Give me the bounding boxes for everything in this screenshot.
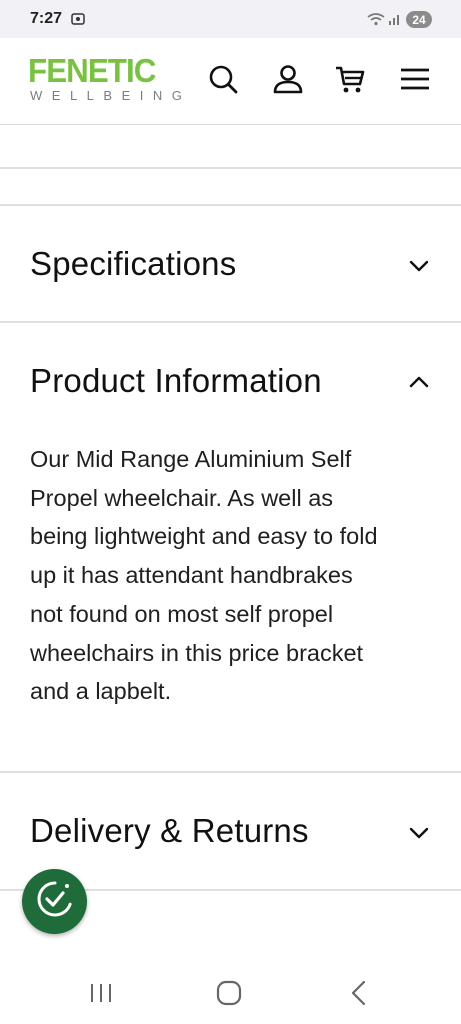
system-nav-bar <box>0 960 461 1024</box>
brand-tagline: WELLBEING <box>30 88 192 103</box>
chevron-up-icon[interactable] <box>405 368 433 396</box>
search-icon[interactable] <box>206 62 240 96</box>
accordion-title-delivery-returns: Delivery & Returns <box>30 812 309 849</box>
battery-indicator: 24 <box>406 11 432 28</box>
section-divider <box>0 204 461 206</box>
chevron-down-icon[interactable] <box>405 819 433 847</box>
accessibility-check-icon <box>35 879 75 924</box>
accordion-title-specifications: Specifications <box>30 245 237 282</box>
status-bar: 7:27 24 <box>0 0 461 38</box>
body-line: Our Mid Range Aluminium Self <box>30 446 352 472</box>
cart-icon[interactable] <box>333 62 367 96</box>
chevron-down-icon[interactable] <box>405 252 433 280</box>
body-line: being lightweight and easy to fold <box>30 523 378 550</box>
back-icon[interactable] <box>342 976 376 1010</box>
body-line: wheelchairs in this price bracket <box>30 639 364 666</box>
site-header: FENETIC WELLBEING <box>0 38 461 125</box>
brand-name: FENETIC <box>28 52 156 89</box>
wifi-icon <box>367 12 385 31</box>
home-icon[interactable] <box>212 976 246 1010</box>
menu-icon[interactable] <box>398 62 432 96</box>
body-line: not found on most self propel <box>30 600 334 627</box>
brand-logo[interactable]: FENETIC WELLBEING <box>28 52 196 104</box>
section-divider <box>0 771 461 773</box>
accordion-title-product-information: Product Information <box>30 362 322 399</box>
section-divider <box>0 321 461 323</box>
accessibility-button[interactable] <box>22 869 87 934</box>
account-icon[interactable] <box>271 62 305 96</box>
product-information-text: Our Mid Range Aluminium Self Propel whee… <box>30 440 440 711</box>
status-time: 7:27 <box>30 10 63 27</box>
body-line: Propel wheelchair. As well as <box>30 484 334 511</box>
screenshot-icon <box>71 12 85 26</box>
body-line: and a lapbelt. <box>30 678 172 705</box>
section-divider <box>0 167 461 169</box>
recent-apps-icon[interactable] <box>84 976 118 1010</box>
signal-icon <box>388 12 402 31</box>
body-line: up it has attendant handbrakes <box>30 562 353 589</box>
